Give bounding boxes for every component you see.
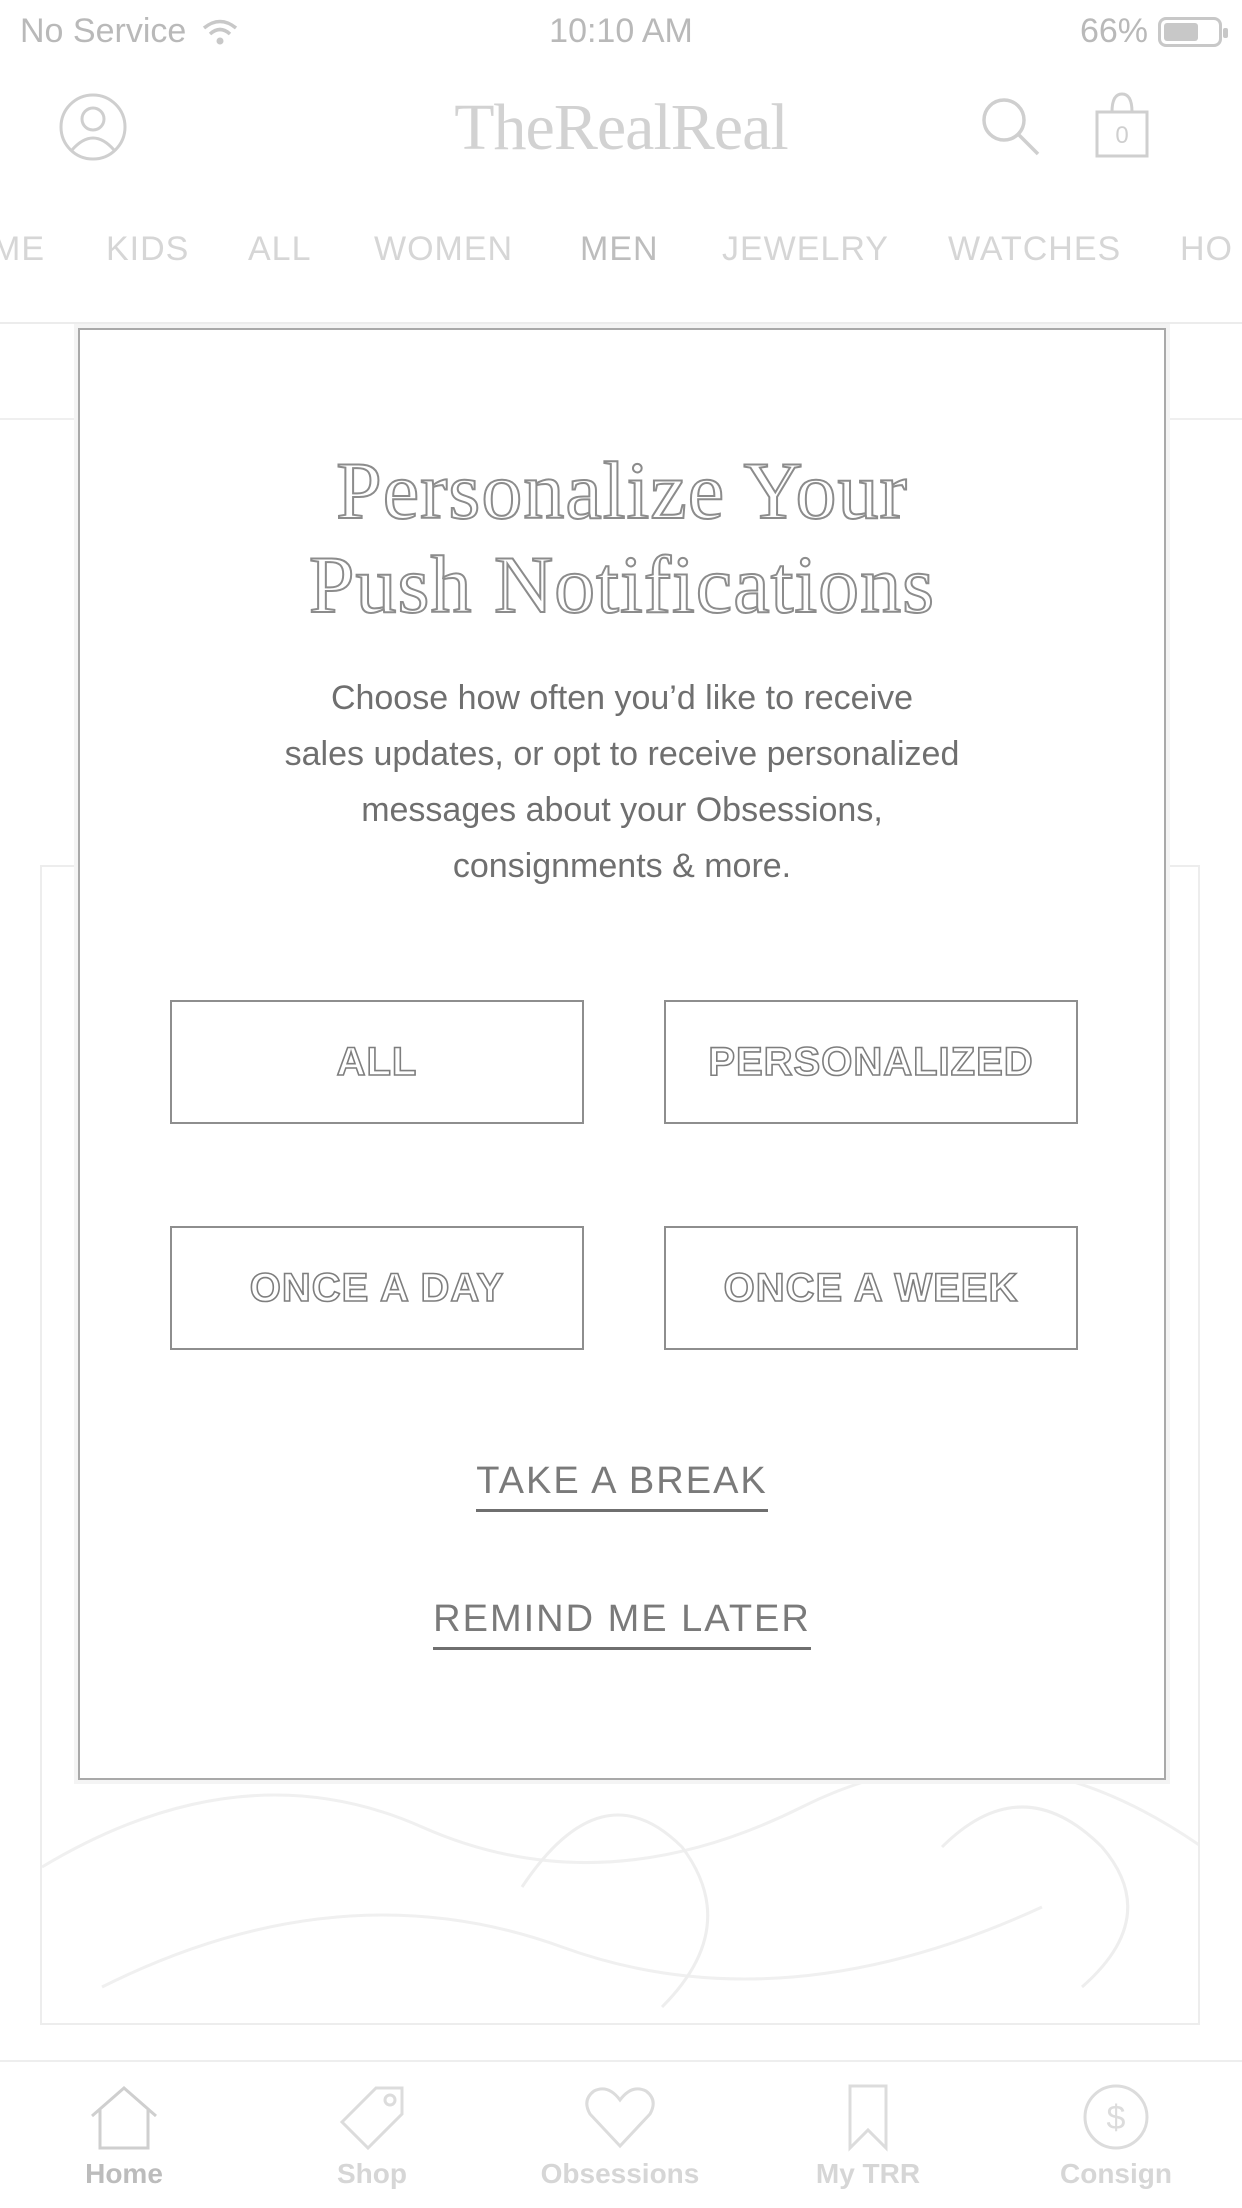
bookmark-icon bbox=[848, 2084, 888, 2152]
tab-my-trr-label: My TRR bbox=[815, 2158, 921, 2189]
brand-logo[interactable]: TheRealReal bbox=[0, 90, 1242, 166]
tab-obsessions[interactable]: Obsessions bbox=[520, 2082, 720, 2190]
dollar-circle-icon: $ bbox=[1083, 2084, 1149, 2150]
heart-icon bbox=[585, 2087, 655, 2149]
svg-text:$: $ bbox=[1107, 2099, 1126, 2137]
tab-my-trr[interactable]: My TRR bbox=[768, 2082, 968, 2190]
remind-me-later-label[interactable]: REMIND ME LATER bbox=[433, 1598, 811, 1650]
shopping-bag-icon[interactable]: 0 bbox=[1092, 90, 1152, 160]
battery-percent: 66% bbox=[1079, 12, 1148, 50]
modal-title: Personalize Your Push Notifications bbox=[80, 444, 1164, 632]
tab-home[interactable]: Home bbox=[24, 2082, 224, 2190]
status-bar-right: 66% bbox=[1079, 12, 1228, 51]
home-icon bbox=[91, 2086, 157, 2150]
take-a-break-label[interactable]: TAKE A BREAK bbox=[476, 1460, 768, 1512]
modal-description: Choose how often you’d like to receive s… bbox=[80, 670, 1164, 894]
battery-fill bbox=[1164, 22, 1199, 41]
tab-shop[interactable]: Shop bbox=[272, 2082, 472, 2190]
battery-icon bbox=[1158, 16, 1228, 47]
category-item-home[interactable]: ME bbox=[0, 230, 45, 269]
tab-home-label: Home bbox=[85, 2158, 163, 2189]
category-item-home-goods[interactable]: HO bbox=[1180, 230, 1233, 269]
modal-description-line-1: Choose how often you’d like to receive bbox=[330, 679, 914, 717]
modal-description-line-2: sales updates, or opt to receive persona… bbox=[284, 735, 960, 773]
category-item-all[interactable]: ALL bbox=[248, 230, 312, 269]
bottom-tab-bar: Home Shop Obsessions My TRR $ Consign bbox=[0, 2060, 1242, 2208]
category-item-watches[interactable]: WATCHES bbox=[948, 230, 1121, 269]
push-notifications-modal: Personalize Your Push Notifications Choo… bbox=[78, 328, 1166, 1780]
tab-obsessions-label: Obsessions bbox=[540, 2158, 700, 2189]
app-header: TheRealReal 0 bbox=[0, 80, 1242, 180]
category-nav: ME KIDS ALL WOMEN MEN JEWELRY WATCHES HO bbox=[0, 230, 1242, 280]
tag-icon bbox=[339, 2086, 404, 2151]
search-icon[interactable] bbox=[978, 94, 1042, 158]
category-item-men[interactable]: MEN bbox=[580, 230, 659, 269]
modal-title-line-2: Push Notifications bbox=[308, 538, 936, 631]
tab-shop-label: Shop bbox=[337, 2158, 407, 2189]
once-a-day-button[interactable]: ONCE A DAY bbox=[170, 1226, 584, 1350]
personalized-button[interactable]: PERSONALIZED bbox=[664, 1000, 1078, 1124]
bag-count: 0 bbox=[1115, 122, 1129, 149]
tab-consign[interactable]: $ Consign bbox=[1016, 2082, 1216, 2190]
category-item-women[interactable]: WOMEN bbox=[374, 230, 513, 269]
take-a-break-link[interactable]: TAKE A BREAK bbox=[80, 1460, 1164, 1512]
once-a-week-button[interactable]: ONCE A WEEK bbox=[664, 1226, 1078, 1350]
modal-description-line-3: messages about your Obsessions, bbox=[361, 791, 883, 829]
remind-me-later-link[interactable]: REMIND ME LATER bbox=[80, 1598, 1164, 1650]
clock: 10:10 AM bbox=[549, 12, 693, 50]
tab-consign-label: Consign bbox=[1060, 2158, 1172, 2189]
modal-title-line-1: Personalize Your bbox=[335, 444, 908, 537]
category-item-kids[interactable]: KIDS bbox=[106, 230, 189, 269]
status-bar: No Service 10:10 AM 66% bbox=[0, 0, 1242, 62]
category-item-jewelry[interactable]: JEWELRY bbox=[722, 230, 889, 269]
all-button[interactable]: ALL bbox=[170, 1000, 584, 1124]
modal-description-line-4: consignments & more. bbox=[452, 847, 792, 885]
